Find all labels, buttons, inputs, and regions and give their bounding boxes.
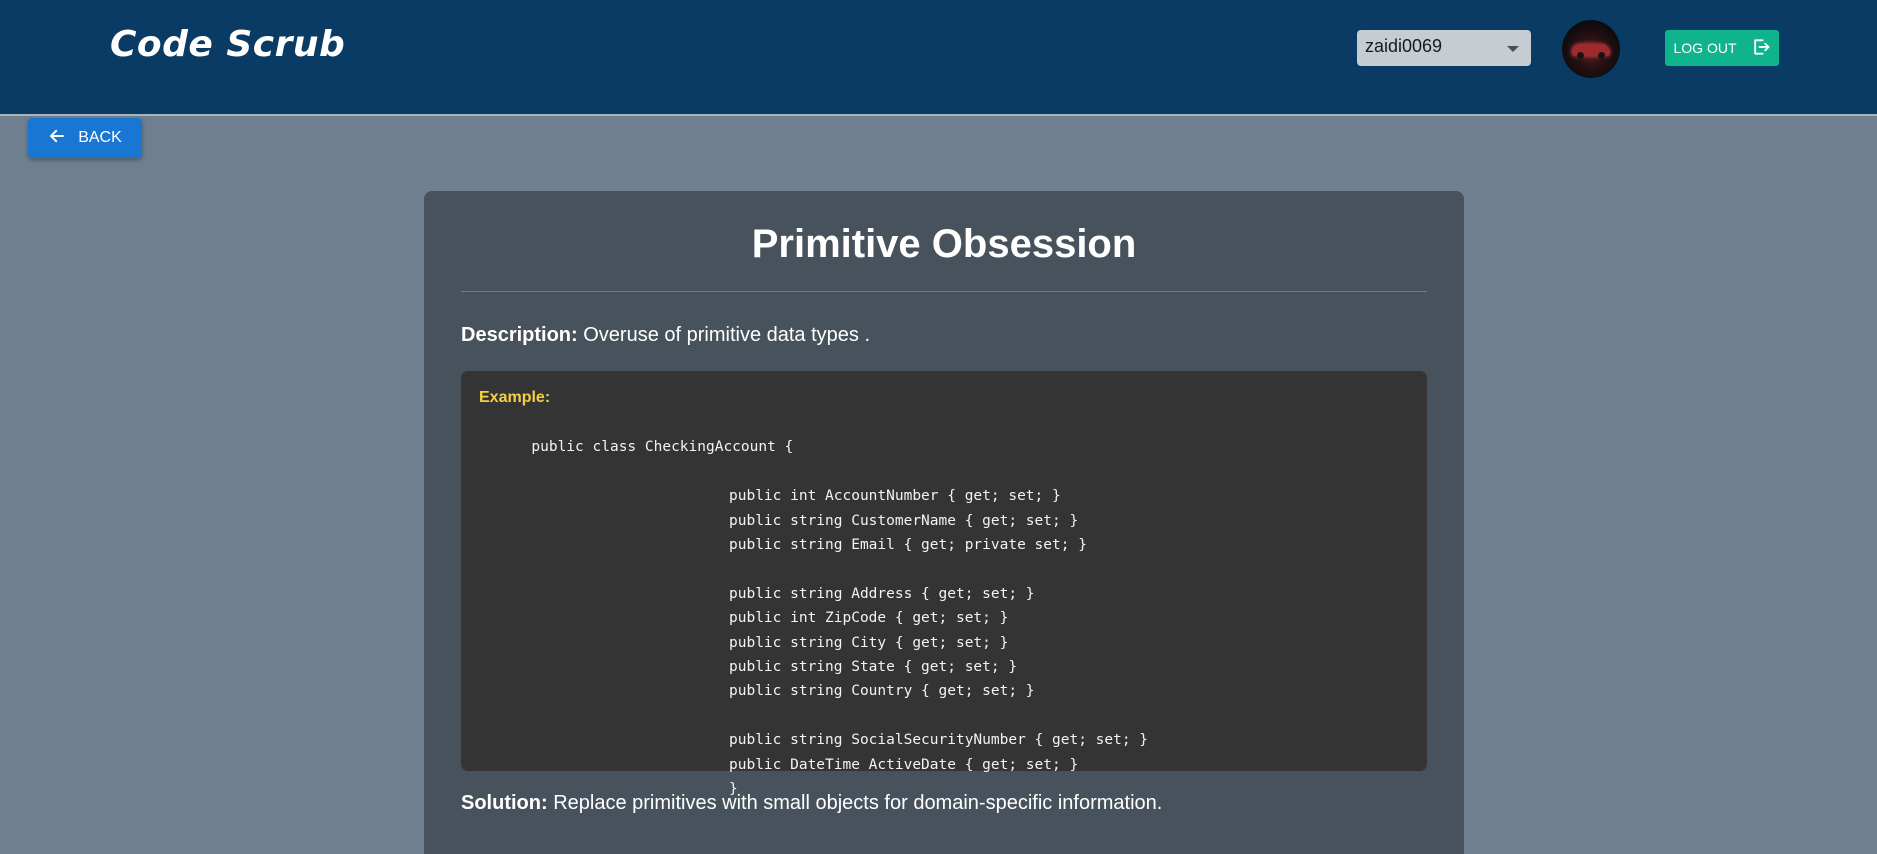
code-line: public DateTime ActiveDate { get; set; } (729, 756, 1079, 773)
code-line: public string Country { get; set; } (729, 683, 1035, 700)
user-select[interactable]: zaidi0069 (1357, 30, 1531, 66)
app-logo[interactable]: Code Scrub (110, 24, 345, 65)
code-line: public string Address { get; set; } (729, 585, 1035, 602)
code-smell-card: Primitive Obsession Description: Overuse… (424, 191, 1464, 854)
code-line: public string CustomerName { get; set; } (729, 512, 1079, 529)
app-header: Code Scrub zaidi0069 LOG OUT (0, 0, 1877, 116)
code-lines: public int AccountNumber { get; set; } pu… (479, 484, 1409, 801)
page-title: Primitive Obsession (751, 222, 1137, 266)
code-listing: public class CheckingAccount { public in… (479, 411, 1409, 850)
solution-text: Replace primitives with small objects fo… (547, 792, 1163, 814)
code-line: public string SocialSecurityNumber { get… (729, 732, 1149, 749)
code-line: public string State { get; set; } (729, 659, 1018, 676)
avatar-car-image (1572, 44, 1610, 59)
code-line: public string City { get; set; } (729, 634, 1009, 651)
code-line: public int ZipCode { get; set; } (729, 610, 1009, 627)
code-line: public class CheckingAccount { (531, 439, 794, 456)
description: Description: Overuse of primitive data t… (461, 324, 1427, 347)
logout-icon (1751, 37, 1771, 60)
title-divider (461, 291, 1427, 292)
description-label: Description: (461, 324, 578, 346)
caret-down-icon (1507, 46, 1519, 52)
avatar[interactable] (1562, 20, 1620, 78)
solution: Solution: Replace primitives with small … (461, 792, 1427, 815)
code-line: public int AccountNumber { get; set; } (729, 488, 1061, 505)
back-button[interactable]: BACK (28, 118, 142, 158)
example-code-block: Example: public class CheckingAccount { … (461, 371, 1427, 797)
arrow-left-icon (48, 127, 66, 150)
back-label: BACK (78, 129, 122, 146)
solution-label: Solution: (461, 792, 548, 814)
code-line: public string Email { get; private set; … (729, 537, 1087, 554)
user-select-value: zaidi0069 (1365, 36, 1443, 56)
example-label: Example: (479, 389, 551, 406)
description-text: Overuse of primitive data types . (577, 324, 871, 346)
logout-label: LOG OUT (1673, 40, 1737, 56)
logout-button[interactable]: LOG OUT (1665, 30, 1779, 66)
